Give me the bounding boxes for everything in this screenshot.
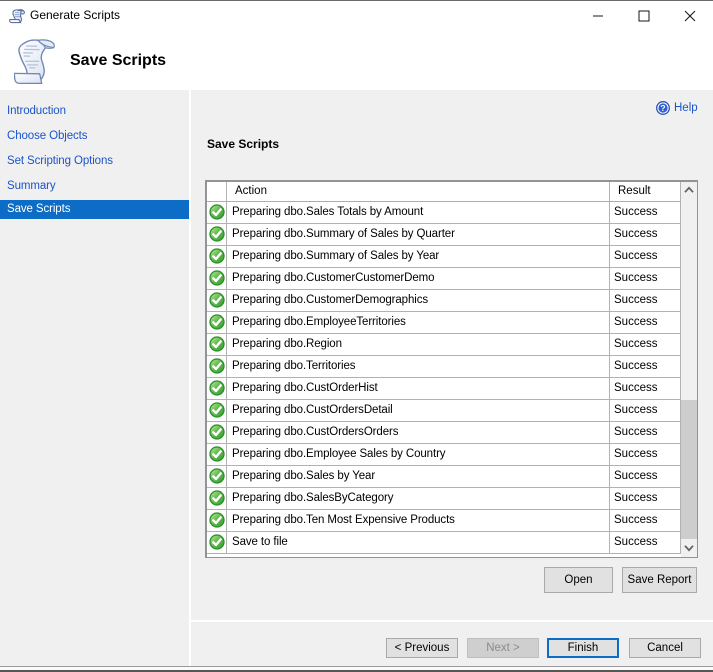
svg-text:?: ? [660, 103, 665, 113]
